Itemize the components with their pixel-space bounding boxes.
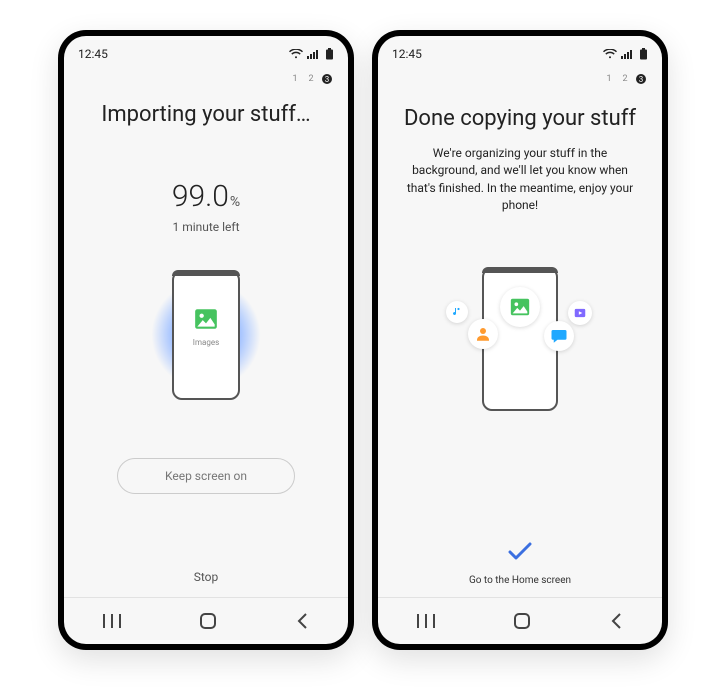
progress-value: 99.0	[172, 179, 229, 214]
nav-bar	[64, 598, 348, 644]
signal-icon	[621, 49, 635, 59]
mini-phone: Images	[172, 270, 240, 400]
images-icon	[191, 304, 221, 334]
status-bar: 12:45	[378, 36, 662, 66]
step-2: 2	[306, 74, 316, 84]
video-icon	[568, 301, 592, 325]
screen: 12:45 1 2 3 Done copying your stuff We'r…	[378, 36, 662, 644]
page-title: Done copying your stuff	[378, 106, 662, 131]
step-3-current: 3	[322, 74, 332, 84]
signal-icon	[307, 49, 321, 59]
battery-icon	[325, 48, 334, 60]
step-1: 1	[290, 74, 300, 84]
progress: 99.0% 1 minute left	[64, 179, 348, 234]
clock: 12:45	[78, 47, 108, 61]
status-bar: 12:45	[64, 36, 348, 66]
body-text: We're organizing your stuff in the backg…	[378, 131, 662, 215]
home-icon[interactable]	[513, 612, 531, 630]
done-illustration	[420, 259, 620, 419]
screen: 12:45 1 2 3 Importing your stuff… 99.0% …	[64, 36, 348, 644]
clock: 12:45	[392, 47, 422, 61]
images-icon	[500, 287, 540, 327]
message-icon	[544, 321, 574, 351]
mini-label: Images	[174, 338, 238, 347]
step-indicator: 1 2 3	[64, 66, 348, 84]
wifi-icon	[289, 49, 303, 59]
page-title: Importing your stuff…	[64, 102, 348, 127]
phone-importing: 12:45 1 2 3 Importing your stuff… 99.0% …	[58, 30, 354, 650]
recents-icon[interactable]	[103, 614, 121, 628]
go-home-button[interactable]: Go to the Home screen	[378, 575, 662, 586]
step-indicator: 1 2 3	[378, 66, 662, 84]
contact-icon	[468, 319, 498, 349]
home-icon[interactable]	[199, 612, 217, 630]
step-3-current: 3	[636, 74, 646, 84]
progress-subtitle: 1 minute left	[64, 220, 348, 234]
battery-icon	[639, 48, 648, 60]
checkmark-icon	[378, 542, 662, 566]
phone-done: 12:45 1 2 3 Done copying your stuff We'r…	[372, 30, 668, 650]
nav-bar	[378, 598, 662, 644]
wifi-icon	[603, 49, 617, 59]
progress-unit: %	[230, 194, 240, 210]
stop-button[interactable]: Stop	[64, 570, 348, 584]
keep-screen-on-button[interactable]: Keep screen on	[117, 458, 295, 494]
back-icon[interactable]	[295, 613, 309, 629]
music-icon	[446, 301, 468, 323]
step-2: 2	[620, 74, 630, 84]
transfer-illustration: Images	[136, 260, 276, 410]
back-icon[interactable]	[609, 613, 623, 629]
step-1: 1	[604, 74, 614, 84]
recents-icon[interactable]	[417, 614, 435, 628]
